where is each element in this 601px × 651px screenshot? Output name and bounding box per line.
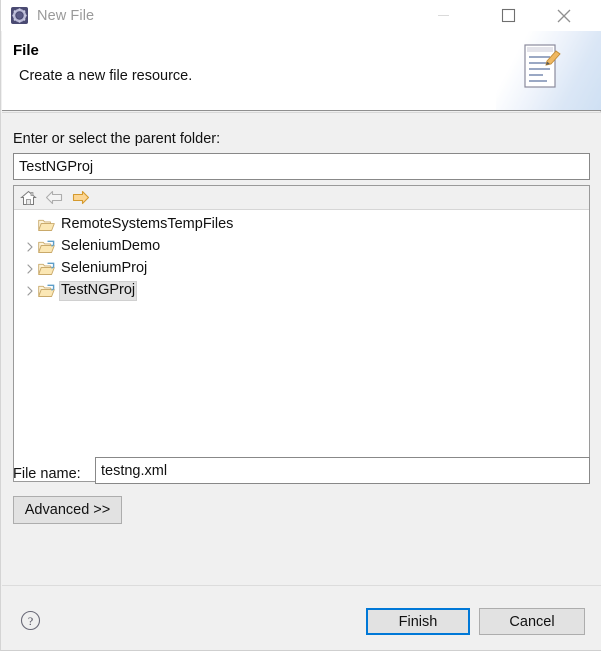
- tree-item-testngproj[interactable]: TestNGProj: [14, 280, 589, 302]
- minimize-button[interactable]: [421, 0, 466, 31]
- project-folder-icon: [38, 261, 56, 277]
- header-banner: [496, 31, 601, 110]
- new-file-document-pencil-icon: [524, 44, 561, 88]
- forward-button[interactable]: [69, 187, 91, 208]
- tree-item-label: RemoteSystemsTempFiles: [61, 216, 234, 232]
- file-name-label: File name:: [13, 466, 81, 482]
- home-button[interactable]: [17, 187, 39, 208]
- folder-tree-panel[interactable]: RemoteSystemsTempFiles SeleniumDemo Sele…: [13, 185, 590, 482]
- maximize-icon: [501, 8, 516, 23]
- parent-folder-label: Enter or select the parent folder:: [13, 131, 221, 147]
- advanced-button[interactable]: Advanced >>: [13, 496, 122, 524]
- tree-item-label: SeleniumProj: [61, 260, 148, 276]
- help-question-icon: ?: [20, 610, 41, 631]
- window-title: New File: [37, 7, 95, 24]
- help-button[interactable]: ?: [20, 610, 41, 631]
- home-icon: [19, 190, 37, 205]
- tree-item-label: SeleniumDemo: [61, 238, 161, 254]
- close-button[interactable]: [541, 0, 586, 31]
- folder-icon: [38, 217, 56, 233]
- tree-item-label: TestNGProj: [59, 281, 138, 301]
- back-button[interactable]: [43, 187, 65, 208]
- wizard-header: File Create a new file resource.: [2, 31, 601, 110]
- tree-item-seleniumdemo[interactable]: SeleniumDemo: [14, 236, 589, 258]
- chevron-right-icon[interactable]: [22, 242, 38, 252]
- svg-text:?: ?: [28, 614, 33, 628]
- title-bar: New File: [1, 0, 601, 31]
- back-arrow-icon: [45, 190, 62, 205]
- close-icon: [557, 9, 570, 22]
- header-separator: [2, 110, 601, 111]
- page-description: Create a new file resource.: [19, 68, 193, 84]
- tree-item-seleniumproj[interactable]: SeleniumProj: [14, 258, 589, 280]
- file-name-input[interactable]: [95, 457, 590, 484]
- maximize-button[interactable]: [486, 0, 531, 31]
- project-folder-icon: [38, 283, 56, 299]
- eclipse-wizard-icon: [11, 7, 28, 24]
- dialog-body: Enter or select the parent folder: TestN…: [2, 113, 601, 585]
- forward-arrow-icon: [72, 190, 89, 205]
- minimize-icon: [438, 15, 449, 16]
- parent-folder-input[interactable]: [13, 153, 590, 180]
- tree-item-remotesystemstempfiles[interactable]: RemoteSystemsTempFiles: [14, 214, 589, 236]
- chevron-right-icon[interactable]: [22, 286, 38, 296]
- new-file-dialog: New File File Create a new file resource…: [0, 0, 601, 651]
- finish-button[interactable]: Finish: [366, 608, 470, 635]
- page-title: File: [13, 42, 39, 59]
- cancel-button[interactable]: Cancel: [479, 608, 585, 635]
- chevron-right-icon[interactable]: [22, 264, 38, 274]
- folder-tree-list: RemoteSystemsTempFiles SeleniumDemo Sele…: [14, 211, 589, 302]
- project-folder-icon: [38, 239, 56, 255]
- tree-toolbar: [14, 186, 589, 210]
